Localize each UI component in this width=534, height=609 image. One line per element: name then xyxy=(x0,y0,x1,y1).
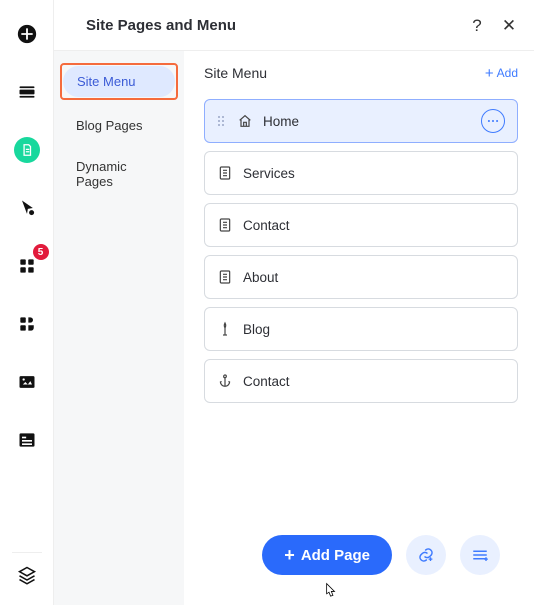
content-title: Site Menu xyxy=(204,65,267,81)
highlight-ring: Site Menu xyxy=(60,63,178,100)
page-icon xyxy=(217,217,233,233)
home-icon xyxy=(237,113,253,129)
page-name: About xyxy=(243,270,278,285)
plugins-icon[interactable] xyxy=(13,310,41,338)
page-icon xyxy=(217,165,233,181)
page-name: Contact xyxy=(243,374,290,389)
plus-icon: + xyxy=(284,546,295,564)
content-icon[interactable] xyxy=(13,426,41,454)
page-name: Blog xyxy=(243,322,270,337)
add-page-label: Add Page xyxy=(301,547,370,564)
page-row-contact-2[interactable]: Contact xyxy=(204,359,518,403)
panel-header: Site Pages and Menu ? ✕ xyxy=(54,0,534,50)
rail-divider xyxy=(12,552,42,553)
manage-button[interactable] xyxy=(460,535,500,575)
design-icon[interactable] xyxy=(13,194,41,222)
page-row-home[interactable]: Home xyxy=(204,99,518,143)
main-panel: Site Pages and Menu ? ✕ Site Menu Blog P… xyxy=(54,0,534,605)
sidebar-item-blog-pages[interactable]: Blog Pages xyxy=(62,110,176,141)
header-actions: ? ✕ xyxy=(468,16,518,34)
page-icon xyxy=(217,269,233,285)
page-row-about[interactable]: About xyxy=(204,255,518,299)
sections-icon[interactable] xyxy=(13,78,41,106)
plus-icon: + xyxy=(485,66,494,81)
apps-badge: 5 xyxy=(33,244,49,260)
drag-handle-icon[interactable] xyxy=(217,115,227,127)
help-button[interactable]: ? xyxy=(468,16,486,34)
media-icon[interactable] xyxy=(13,368,41,396)
content-area: Site Menu + Add Home xyxy=(184,51,534,605)
link-button[interactable] xyxy=(406,535,446,575)
pages-icon[interactable] xyxy=(13,136,41,164)
page-row-contact[interactable]: Contact xyxy=(204,203,518,247)
page-row-blog[interactable]: Blog xyxy=(204,307,518,351)
add-page-button[interactable]: + Add Page xyxy=(262,535,392,575)
panel-title: Site Pages and Menu xyxy=(86,17,236,34)
add-label: Add xyxy=(497,66,518,80)
more-actions-button[interactable] xyxy=(481,109,505,133)
close-button[interactable]: ✕ xyxy=(500,16,518,34)
sidebar-item-site-menu[interactable]: Site Menu xyxy=(63,66,175,97)
category-sidebar: Site Menu Blog Pages Dynamic Pages xyxy=(54,51,184,605)
blog-icon xyxy=(217,321,233,337)
layers-icon[interactable] xyxy=(13,561,41,589)
left-rail: 5 xyxy=(0,0,54,605)
content-footer: + Add Page xyxy=(204,521,518,593)
pages-circle xyxy=(14,137,40,163)
anchor-icon xyxy=(217,373,233,389)
page-name: Contact xyxy=(243,218,290,233)
add-menu-item-link[interactable]: + Add xyxy=(485,66,518,81)
apps-icon[interactable]: 5 xyxy=(13,252,41,280)
panel-body: Site Menu Blog Pages Dynamic Pages Site … xyxy=(54,50,534,605)
page-row-services[interactable]: Services xyxy=(204,151,518,195)
add-icon[interactable] xyxy=(13,20,41,48)
app-root: 5 Site Pages and Menu ? ✕ xyxy=(0,0,534,605)
page-name: Home xyxy=(263,114,299,129)
pages-list: Home Services xyxy=(204,99,518,521)
content-head: Site Menu + Add xyxy=(204,65,518,81)
sidebar-item-dynamic-pages[interactable]: Dynamic Pages xyxy=(62,151,176,197)
page-name: Services xyxy=(243,166,295,181)
